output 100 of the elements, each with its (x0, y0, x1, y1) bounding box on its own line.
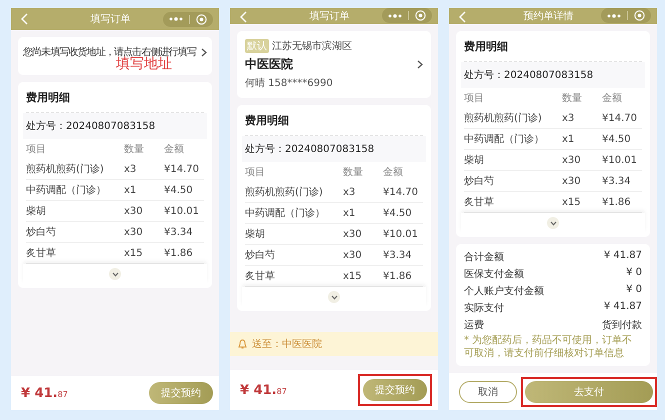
table-cell-text: x3 (124, 164, 138, 174)
table-cell-text: 炙甘草 (464, 196, 495, 209)
table-cell-text: x1 (562, 134, 576, 144)
summary-value: ¥ 41.87 (604, 301, 642, 314)
chevron-right-icon (201, 48, 207, 56)
total-price: ¥ 41.87 (240, 382, 287, 398)
table-cell-text: x1 (124, 184, 138, 196)
table-cell-text: x30 (124, 226, 144, 238)
table-cell-text: ¥10.01 (602, 154, 638, 166)
address-hint: 您尚未填写收货地址，请点击右侧进行填写 (23, 46, 196, 58)
table-cell-text: ¥4.50 (164, 184, 194, 196)
table-cell-text: x30 (124, 206, 144, 216)
table-cell-text: 柴胡 (245, 228, 266, 241)
default-tag: 默认 (245, 39, 269, 53)
column-header: 金额 (602, 92, 623, 105)
table-cell-text: 炙甘草 (26, 246, 57, 260)
summary-value: ¥ 0 (626, 284, 642, 297)
table-cell-text: ¥10.01 (383, 228, 419, 240)
column-header: 金额 (383, 166, 404, 179)
address-card[interactable]: 默认 江苏无锡市滨湖区 中医医院 何晴 158****6990 (237, 31, 431, 98)
address-region: 江苏无锡市滨湖区 (272, 40, 352, 53)
column-header: 项目 (26, 143, 47, 156)
table-cell-text: 煎药机煎药(门诊) (464, 112, 543, 125)
chevron-down-icon (550, 220, 556, 226)
expand-button[interactable] (109, 268, 121, 280)
prescription-number: 处方号：20240807083158 (245, 144, 374, 155)
table-cell-text: x15 (124, 248, 144, 258)
menu-capsule[interactable] (163, 12, 213, 26)
more-icon[interactable] (607, 12, 621, 18)
notice-text: 送至：中医医院 (252, 338, 322, 351)
table-cell-text: ¥3.34 (602, 176, 632, 186)
table-cell-text: ¥14.70 (164, 164, 200, 174)
table-cell-text: 煎药机煎药(门诊) (26, 162, 105, 176)
more-icon[interactable] (388, 12, 402, 18)
column-header: 数量 (343, 166, 364, 179)
table-cell-text: 中药调配（门诊） (245, 206, 326, 220)
column-header: 数量 (562, 92, 583, 105)
table-cell-text: x30 (343, 228, 363, 240)
table-cell-text: ¥4.50 (383, 208, 413, 218)
table-cell-text: x30 (562, 176, 582, 186)
menu-capsule[interactable] (382, 8, 432, 23)
column-header: 项目 (464, 92, 485, 105)
address-name: 中医医院 (245, 56, 294, 73)
summary-label: 合计金额 (464, 250, 504, 264)
prescription-number: 处方号：20240807083158 (464, 70, 594, 81)
table-cell-text: 炒白芍 (26, 226, 57, 239)
back-icon[interactable] (21, 13, 28, 25)
page-title: 填写订单 (308, 10, 350, 23)
menu-capsule[interactable] (601, 8, 651, 23)
table-cell-text: 中药调配（门诊） (464, 132, 545, 146)
table-cell-text: ¥1.86 (164, 248, 194, 258)
column-header: 数量 (124, 143, 145, 156)
column-header: 金额 (164, 142, 185, 156)
cancel-button[interactable]: 取消 (459, 381, 517, 403)
table-cell-text: 柴胡 (26, 204, 47, 218)
table-cell-text: ¥4.50 (602, 134, 632, 144)
table-cell-text: ¥1.86 (602, 196, 632, 208)
page-title: 填写订单 (90, 12, 132, 26)
summary-label: 个人账户支付金额 (464, 284, 544, 298)
back-icon[interactable] (240, 11, 247, 23)
total-price: ¥ 41.87 (21, 386, 68, 400)
table-cell-text: x30 (343, 250, 363, 260)
table-cell-text: x30 (562, 154, 582, 166)
summary-label: 运费 (464, 318, 484, 332)
more-icon[interactable] (169, 16, 183, 22)
prescription-number: 处方号：20240807083158 (26, 121, 156, 132)
summary-label: 实际支付 (464, 302, 504, 315)
address-card[interactable]: 您尚未填写收货地址，请点击右侧进行填写 填写地址 (18, 37, 212, 75)
table-cell-text: 炙甘草 (245, 270, 276, 283)
expand-button[interactable] (328, 291, 340, 303)
table-cell-text: x3 (562, 112, 576, 124)
notice-text: * 为您配药后，药品不可使用，订单不可取消，请支付前仔细核对订单信息 (464, 335, 634, 360)
table-cell-text: x15 (343, 270, 363, 282)
expand-button[interactable] (547, 217, 559, 229)
summary-value: ¥ 41.87 (604, 250, 642, 263)
table-cell-text: 柴胡 (464, 154, 485, 167)
chevron-down-icon (330, 294, 338, 300)
table-cell-text: ¥1.86 (383, 270, 413, 282)
table-cell-text: ¥14.70 (602, 112, 638, 124)
table-cell-text: ¥14.70 (383, 186, 419, 198)
summary-label: 医保支付金额 (464, 268, 524, 281)
page-title: 预约单详情 (522, 10, 574, 23)
table-cell-text: x15 (562, 196, 582, 208)
summary-value: 货到付款 (602, 319, 642, 332)
table-cell-text: ¥10.01 (164, 206, 200, 216)
chevron-right-icon (417, 60, 423, 69)
bell-icon (238, 339, 247, 349)
table-cell-text: 炒白芍 (245, 248, 276, 262)
annotation-text: 填写地址 (116, 57, 172, 72)
table-cell-text: 中药调配（门诊） (26, 184, 107, 197)
chevron-down-icon (112, 272, 118, 276)
table-cell-text: x1 (343, 208, 356, 218)
table-cell-text: x3 (343, 186, 356, 198)
table-cell-text: 炒白芍 (464, 174, 495, 188)
back-icon[interactable] (459, 11, 466, 23)
table-cell-text: 煎药机煎药(门诊) (245, 186, 324, 199)
summary-value: ¥ 0 (626, 267, 642, 280)
table-cell-text: ¥3.34 (383, 250, 413, 260)
column-header: 项目 (245, 166, 266, 179)
address-contact: 何晴 158****6990 (245, 76, 334, 90)
